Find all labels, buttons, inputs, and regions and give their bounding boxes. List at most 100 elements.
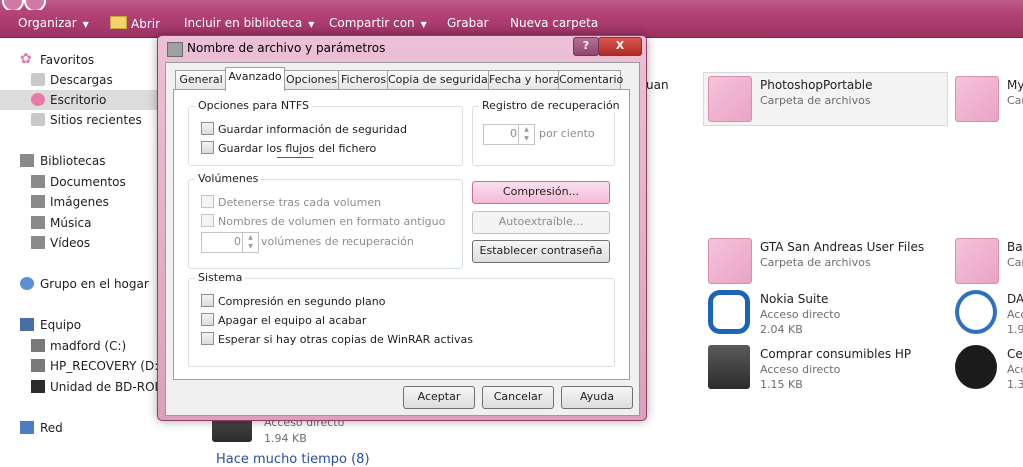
help-button[interactable]: Ayuda: [561, 386, 633, 409]
file-type: Acceso directo: [760, 308, 841, 321]
chevron-down-icon: ▼: [308, 20, 315, 29]
checkbox-label: Guardar los flujos del fichero: [218, 142, 377, 155]
recovery-volumes-label: volúmenes de recuperación: [261, 235, 414, 248]
nav-label: Vídeos: [50, 236, 91, 250]
winrar-icon: [167, 42, 183, 57]
drive-icon: [31, 339, 45, 352]
system-group: Sistema Compresión en segundo plano Apag…: [188, 271, 615, 367]
file-size: 2.04 KB: [760, 323, 803, 336]
tab-comment[interactable]: Comentario: [558, 70, 623, 90]
file-name: My: [1007, 78, 1023, 92]
help-title-button[interactable]: ?: [573, 37, 599, 56]
shutdown-when-done-checkbox[interactable]: Apagar el equipo al acabar: [201, 313, 366, 327]
folder-icon: [708, 238, 752, 284]
checkbox-box: [201, 195, 214, 208]
dialog-title: Nombre de archivo y parámetros: [187, 41, 386, 55]
tab-options[interactable]: Opciones: [283, 70, 340, 90]
music-icon: [31, 216, 45, 229]
compression-button[interactable]: Compresión...: [472, 181, 610, 204]
nav-label: Descargas: [50, 73, 113, 87]
background-compression-checkbox[interactable]: Compresión en segundo plano: [201, 294, 386, 308]
stop-after-volume-checkbox[interactable]: Detenerse tras cada volumen: [201, 195, 381, 209]
organize-menu[interactable]: Organizar ▼: [18, 16, 89, 30]
organize-label: Organizar: [18, 16, 77, 30]
checkbox-box: [201, 313, 214, 326]
close-button[interactable]: X: [598, 37, 642, 56]
file-type: Carpeta de archivos: [760, 256, 871, 269]
cursor-pointer-line: [277, 157, 313, 158]
desktop-icon: [31, 93, 45, 106]
recovery-volumes-spinner[interactable]: 0 ▲ ▼: [201, 232, 259, 253]
share-with-menu[interactable]: Compartir con ▼: [329, 16, 427, 30]
printer-icon: [708, 345, 750, 389]
dialog-client: General Avanzado Opciones Ficheros Copia…: [165, 62, 640, 416]
recovery-percent-spinner[interactable]: 0 ▲ ▼: [483, 124, 535, 145]
old-volume-naming-checkbox[interactable]: Nombres de volumen en formato antiguo: [201, 214, 445, 228]
checkbox-box: [201, 141, 214, 154]
sfx-button[interactable]: Autoextraíble...: [472, 211, 610, 234]
advanced-panel: Opciones para NTFS Guardar información d…: [173, 89, 630, 380]
volumes-group: Volúmenes Detenerse tras cada volumen No…: [188, 172, 463, 269]
window-title-strip: [0, 0, 1023, 12]
nav-label: Música: [50, 216, 92, 230]
file-size: 1.33: [1007, 378, 1023, 391]
ok-button[interactable]: Aceptar: [403, 386, 475, 409]
open-label: Abrir: [131, 17, 161, 31]
file-size: 1.15 KB: [760, 378, 803, 391]
hp-logo-icon: [955, 345, 997, 389]
include-library-menu[interactable]: Incluir en biblioteca ▼: [184, 16, 314, 30]
cancel-button[interactable]: Cancelar: [482, 386, 554, 409]
checkbox-box: [201, 122, 214, 135]
folder-icon: [110, 16, 127, 29]
file-name: Comprar consumibles HP: [760, 347, 912, 361]
checkbox-label: Apagar el equipo al acabar: [218, 314, 367, 327]
save-streams-checkbox[interactable]: Guardar los flujos del fichero: [201, 141, 376, 155]
burn-button[interactable]: Grabar: [447, 16, 489, 30]
file-type: Acc: [1007, 363, 1023, 376]
nav-network[interactable]: Red: [0, 418, 190, 438]
file-name: uan: [646, 78, 669, 92]
nav-label: Unidad de BD-ROM (: [50, 380, 174, 394]
set-password-button[interactable]: Establecer contraseña: [472, 240, 610, 263]
nav-label: Red: [40, 421, 63, 435]
file-name: PhotoshopPortable: [760, 78, 873, 92]
file-name: Bac: [1007, 240, 1023, 254]
documents-icon: [31, 175, 45, 188]
nokia-suite-icon: [708, 290, 750, 334]
tab-advanced[interactable]: Avanzado: [225, 67, 285, 91]
folder-icon: [955, 76, 999, 122]
open-button[interactable]: Abrir: [110, 16, 160, 31]
group-header-long-ago[interactable]: Hace mucho tiempo (8): [216, 452, 370, 467]
spinner-arrows-icon[interactable]: ▲ ▼: [242, 233, 258, 252]
save-security-checkbox[interactable]: Guardar información de seguridad: [201, 122, 407, 136]
nav-label: HP_RECOVERY (D:): [50, 359, 163, 373]
group-label: Opciones para NTFS: [195, 99, 312, 112]
tab-backup[interactable]: Copia de seguridad: [387, 70, 495, 90]
explorer-toolbar: Organizar ▼ Abrir Incluir en biblioteca ▼ …: [0, 10, 1023, 38]
nav-label: Escritorio: [50, 93, 107, 107]
nav-label: Grupo en el hogar: [40, 277, 149, 291]
new-folder-button[interactable]: Nueva carpeta: [510, 16, 598, 30]
tab-general[interactable]: General: [175, 70, 227, 90]
group-label: Registro de recuperación: [479, 99, 623, 112]
checkbox-label: Esperar si hay otras copias de WinRAR ac…: [218, 333, 473, 346]
file-size: 1.94 KB: [264, 432, 307, 445]
ntfs-options-group: Opciones para NTFS Guardar información d…: [188, 99, 463, 166]
recovery-record-group: Registro de recuperación 0 ▲ ▼ por ciento: [472, 99, 623, 166]
include-library-label: Incluir en biblioteca: [184, 16, 303, 30]
tab-files[interactable]: Ficheros: [338, 70, 389, 90]
bd-rom-icon: [31, 380, 45, 393]
group-label: Volúmenes: [195, 172, 262, 185]
checkbox-label: Nombres de volumen en formato antiguo: [218, 215, 446, 228]
folder-icon: [955, 238, 999, 284]
percent-label: por ciento: [539, 127, 595, 140]
wait-other-copies-checkbox[interactable]: Esperar si hay otras copias de WinRAR ac…: [201, 332, 473, 346]
tab-date-time[interactable]: Fecha y hora: [488, 70, 560, 90]
spinner-arrows-icon[interactable]: ▲ ▼: [518, 125, 534, 144]
recent-places-icon: [31, 113, 45, 126]
file-type: Car: [1007, 94, 1023, 107]
chevron-down-icon: ▼: [82, 20, 89, 29]
checkbox-label: Detenerse tras cada volumen: [218, 196, 382, 209]
file-name: Cer: [1007, 347, 1023, 361]
checkbox-box: [201, 214, 214, 227]
